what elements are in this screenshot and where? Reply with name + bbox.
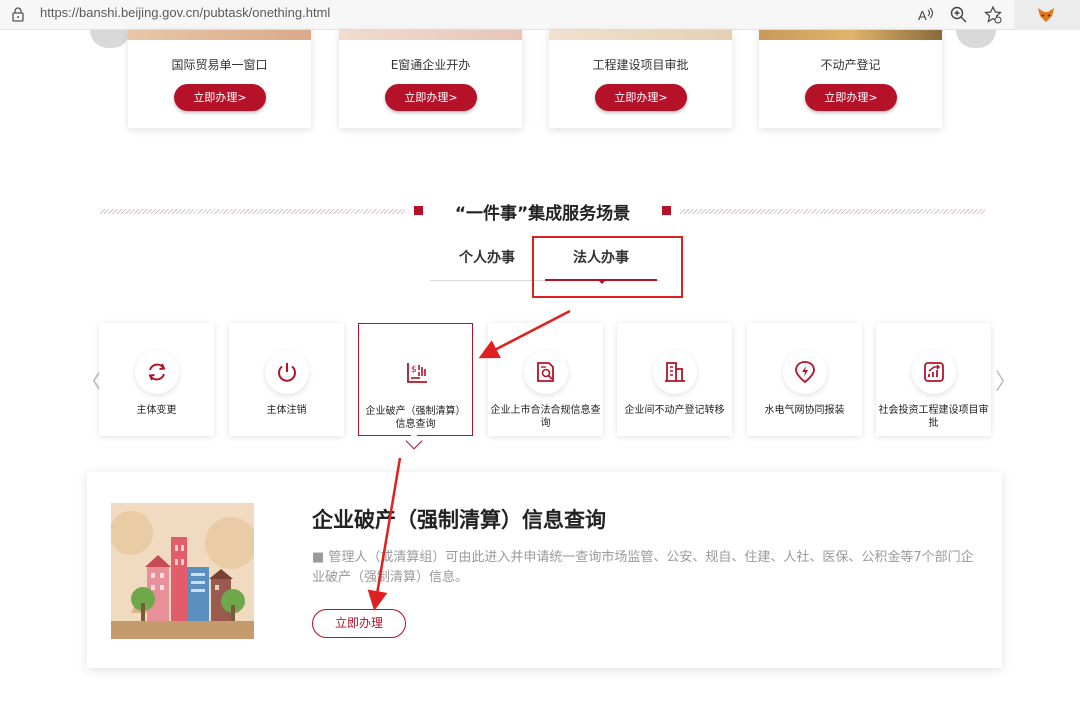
favorite-icon[interactable] — [983, 5, 1003, 25]
service-label: 社会投资工程建设项目审批 — [878, 405, 989, 429]
svg-text:A: A — [918, 8, 927, 23]
power-icon — [278, 363, 296, 382]
document-search-icon — [537, 362, 554, 382]
detail-description: ■ 管理人（或清算组）可由此进入并申请统一查询市场监管、公安、规自、住建、人社、… — [312, 550, 974, 585]
service-item-listing-compliance[interactable]: 企业上市合法合规信息查询 — [488, 323, 603, 436]
section-title: “一件事”集成服务场景 — [454, 204, 631, 224]
card-title: E窗通企业开办 — [390, 58, 471, 72]
card-title: 国际贸易单一窗口 — [171, 58, 268, 72]
handle-now-button[interactable]: 立即办理> — [805, 84, 897, 111]
icon-circle — [524, 350, 568, 394]
city-illustration — [111, 503, 254, 639]
lock-icon[interactable] — [10, 6, 26, 22]
icon-circle — [783, 350, 827, 394]
zoom-icon[interactable] — [949, 5, 969, 25]
url-text[interactable]: https://banshi.beijing.gov.cn/pubtask/on… — [40, 5, 330, 20]
service-card-trade: 国际贸易单一窗口 立即办理> — [128, 30, 311, 128]
finance-chart-icon: $ — [407, 363, 427, 383]
service-label: 主体变更 — [136, 405, 177, 416]
icon-circle: $ — [395, 351, 439, 395]
heading-square-right — [662, 206, 671, 215]
growth-chart-icon — [924, 362, 944, 382]
handle-now-button[interactable]: 立即办理> — [174, 84, 266, 111]
card-image — [339, 30, 522, 40]
card-image — [128, 30, 311, 40]
icon-circle — [135, 350, 179, 394]
service-label: 水电气网协同报装 — [764, 405, 845, 416]
service-label: 企业间不动产登记转移 — [624, 405, 725, 416]
service-item-investment-approval[interactable]: 社会投资工程建设项目审批 — [876, 323, 991, 436]
service-item-bankruptcy-query[interactable]: $ 企业破产（强制清算）信息查询 — [358, 323, 473, 436]
chevron-right-icon[interactable]: 〉 — [995, 364, 1017, 396]
heading-divider-right — [680, 209, 985, 214]
card-image — [549, 30, 732, 40]
service-detail-panel: 企业破产（强制清算）信息查询 ■ 管理人（或清算组）可由此进入并申请统一查询市场… — [87, 472, 1002, 668]
service-card-construction: 工程建设项目审批 立即办理> — [549, 30, 732, 128]
service-label: 企业上市合法合规信息查询 — [490, 405, 601, 429]
carousel-prev-edge[interactable] — [90, 30, 130, 48]
card-image — [759, 30, 942, 40]
service-item-property-transfer[interactable]: 企业间不动产登记转移 — [617, 323, 732, 436]
building-icon — [665, 362, 685, 382]
service-label: 企业破产（强制清算）信息查询 — [365, 406, 466, 430]
extensions-area — [1014, 0, 1080, 30]
refresh-icon — [148, 363, 166, 381]
handle-now-button[interactable]: 立即办理> — [595, 84, 687, 111]
handle-now-button[interactable]: 立即办理 — [312, 609, 406, 638]
icon-circle — [912, 350, 956, 394]
icon-circle — [653, 350, 697, 394]
svg-text:$: $ — [411, 365, 417, 375]
card-title: 工程建设项目审批 — [592, 58, 689, 72]
fox-extension-icon[interactable] — [1036, 5, 1056, 25]
service-item-entity-change[interactable]: 主体变更 — [99, 323, 214, 436]
service-label: 主体注销 — [266, 405, 307, 416]
carousel-next-edge[interactable] — [956, 30, 996, 48]
heading-square-left — [414, 206, 423, 215]
service-item-utilities[interactable]: 水电气网协同报装 — [747, 323, 862, 436]
heading-divider-left — [100, 209, 405, 214]
card-title: 不动产登记 — [820, 58, 881, 72]
handle-now-button[interactable]: 立即办理> — [385, 84, 477, 111]
read-aloud-icon[interactable]: A — [915, 5, 935, 25]
detail-title: 企业破产（强制清算）信息查询 — [312, 508, 606, 532]
annotation-highlight-box — [532, 236, 683, 298]
icon-circle — [265, 350, 309, 394]
service-card-real-estate: 不动产登记 立即办理> — [759, 30, 942, 128]
service-item-entity-cancel[interactable]: 主体注销 — [229, 323, 344, 436]
service-card-e-window: E窗通企业开办 立即办理> — [339, 30, 522, 128]
lightning-icon — [795, 361, 815, 384]
browser-address-bar: https://banshi.beijing.gov.cn/pubtask/on… — [0, 0, 1080, 30]
tab-personal[interactable]: 个人办事 — [459, 247, 515, 267]
